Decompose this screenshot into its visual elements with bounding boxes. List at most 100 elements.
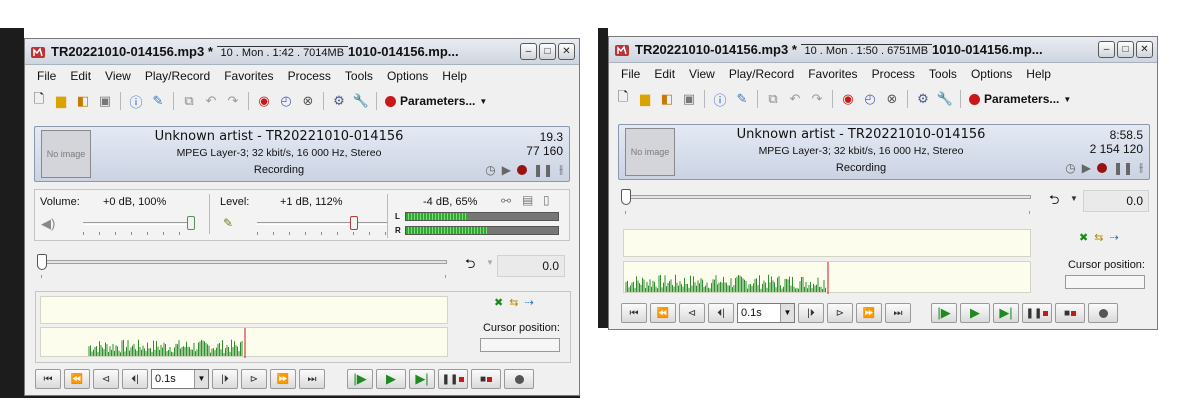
info-icon[interactable]: ⓘ [710,89,730,109]
clock-icon[interactable]: ◷ [1065,161,1075,175]
open-file-icon[interactable]: ◧ [657,89,677,109]
step-select[interactable]: 0.1s ▼ [737,303,795,323]
go-start-button[interactable]: ⏮ [621,303,647,323]
menu-edit[interactable]: Edit [648,64,683,84]
record-icon[interactable] [517,164,527,175]
open-folder-icon[interactable]: ▆ [51,91,71,111]
waveform-top[interactable] [623,229,1031,257]
volume-slider-thumb[interactable] [187,216,195,230]
speaker-icon[interactable]: ◀) [41,216,55,232]
record-button[interactable] [1088,303,1118,323]
play-button[interactable]: ▶ [960,303,990,323]
waveform-bottom[interactable] [623,261,1031,294]
position-slider-track[interactable] [623,195,1031,199]
timer-icon[interactable]: ◴ [860,89,880,109]
export-marker-icon[interactable]: ⇢ [524,296,533,309]
delete-marker-icon[interactable]: ✖ [494,296,503,309]
record-icon[interactable]: ◉ [254,91,274,111]
maximize-button[interactable]: □ [1117,41,1134,58]
play-icon[interactable]: ▶ [502,163,511,177]
play-to-end-button[interactable]: ▶| [409,369,435,389]
waveform-bottom[interactable] [40,327,448,358]
stop-record-button[interactable]: ■ [1055,303,1085,323]
loop-dropdown-icon[interactable]: ▼ [486,258,494,267]
menu-view[interactable]: View [99,66,139,86]
play-from-start-button[interactable]: |▶ [347,369,373,389]
rewind-button[interactable]: ⏪ [64,369,90,389]
redo-icon[interactable]: ↷ [807,89,827,109]
play-button[interactable]: ▶ [376,369,406,389]
settings-icon[interactable]: ⚙ [329,91,349,111]
copy-icon[interactable]: ⧉ [179,91,199,111]
copy-icon[interactable]: ⧉ [763,89,783,109]
play-icon[interactable]: ▶ [1082,161,1091,175]
waveform-top[interactable] [40,296,448,324]
link-icon[interactable]: ⚯ [501,194,511,208]
settings-icon[interactable]: ⚙ [913,89,933,109]
menu-file[interactable]: File [615,64,648,84]
pause-record-button[interactable]: ❚❚ [438,369,468,389]
rewind-button[interactable]: ⏪ [650,303,676,323]
redo-icon[interactable]: ↷ [223,91,243,111]
go-end-button[interactable]: ⏭ [299,369,325,389]
menu-options[interactable]: Options [965,64,1020,84]
play-to-end-button[interactable]: ▶| [993,303,1019,323]
menu-tools[interactable]: Tools [923,64,965,84]
title-bar[interactable]: TR20221010-014156.mp3 * 10 . Mon . 1:50 … [609,37,1157,63]
loop-icon[interactable]: ⮌ [1049,191,1059,213]
mark-in-button[interactable]: ⊲ [679,303,705,323]
add-marker-icon[interactable]: ⇆ [1094,231,1103,244]
menu-favorites[interactable]: Favorites [218,66,281,86]
volume-slider-track[interactable] [83,222,193,225]
record-button[interactable] [504,369,534,389]
tools-icon[interactable]: 🔧 [935,89,955,109]
mark-out-button[interactable]: ⊳ [827,303,853,323]
menu-file[interactable]: File [31,66,64,86]
step-forward-button[interactable]: |⏵ [798,303,824,323]
split-icon[interactable]: ⫲ [559,162,563,177]
position-slider-thumb[interactable] [621,189,631,205]
loop-dropdown-icon[interactable]: ▼ [1070,194,1078,203]
menu-help[interactable]: Help [1020,64,1059,84]
menu-play-record[interactable]: Play/Record [139,66,218,86]
menu-process[interactable]: Process [866,64,923,84]
meter-info-icon[interactable]: ▯ [543,193,550,207]
play-from-start-button[interactable]: |▶ [931,303,957,323]
delete-marker-icon[interactable]: ✖ [1079,231,1088,244]
pause-icon[interactable]: ❚❚ [1113,161,1133,175]
level-slider-track[interactable] [257,222,387,225]
chevron-down-icon[interactable]: ▼ [194,370,208,388]
split-icon[interactable]: ⫲ [1139,160,1143,175]
chevron-down-icon[interactable]: ▼ [780,304,794,322]
close-button[interactable]: ✕ [558,43,575,60]
level-slider-thumb[interactable] [350,216,358,230]
fast-forward-button[interactable]: ⏩ [270,369,296,389]
pause-record-button[interactable]: ❚❚ [1022,303,1052,323]
open-folder-icon[interactable]: ▆ [635,89,655,109]
title-bar[interactable]: TR20221010-014156.mp3 * 10 . Mon . 1:42 … [25,39,579,65]
menu-tools[interactable]: Tools [339,66,381,86]
menu-help[interactable]: Help [436,66,475,86]
cursor-position-field[interactable] [1065,275,1145,289]
record-icon[interactable] [1097,162,1107,173]
menu-favorites[interactable]: Favorites [802,64,865,84]
microphone-icon[interactable]: ✎ [223,216,233,230]
undo-icon[interactable]: ↶ [785,89,805,109]
menu-edit[interactable]: Edit [64,66,99,86]
timer-icon[interactable]: ◴ [276,91,296,111]
open-file-icon[interactable]: ◧ [73,91,93,111]
go-end-button[interactable]: ⏭ [885,303,911,323]
go-start-button[interactable]: ⏮ [35,369,61,389]
menu-process[interactable]: Process [282,66,339,86]
close-button[interactable]: ✕ [1136,41,1153,58]
edit-tags-icon[interactable]: ✎ [148,91,168,111]
mark-in-button[interactable]: ⊲ [93,369,119,389]
record-icon[interactable]: ◉ [838,89,858,109]
menu-view[interactable]: View [683,64,723,84]
info-icon[interactable]: ⓘ [126,91,146,111]
step-back-button[interactable]: ⏴| [708,303,734,323]
save-icon[interactable]: ▣ [95,91,115,111]
mark-out-button[interactable]: ⊳ [241,369,267,389]
new-file-icon[interactable]: 🗋 [29,91,49,111]
maximize-button[interactable]: □ [539,43,556,60]
